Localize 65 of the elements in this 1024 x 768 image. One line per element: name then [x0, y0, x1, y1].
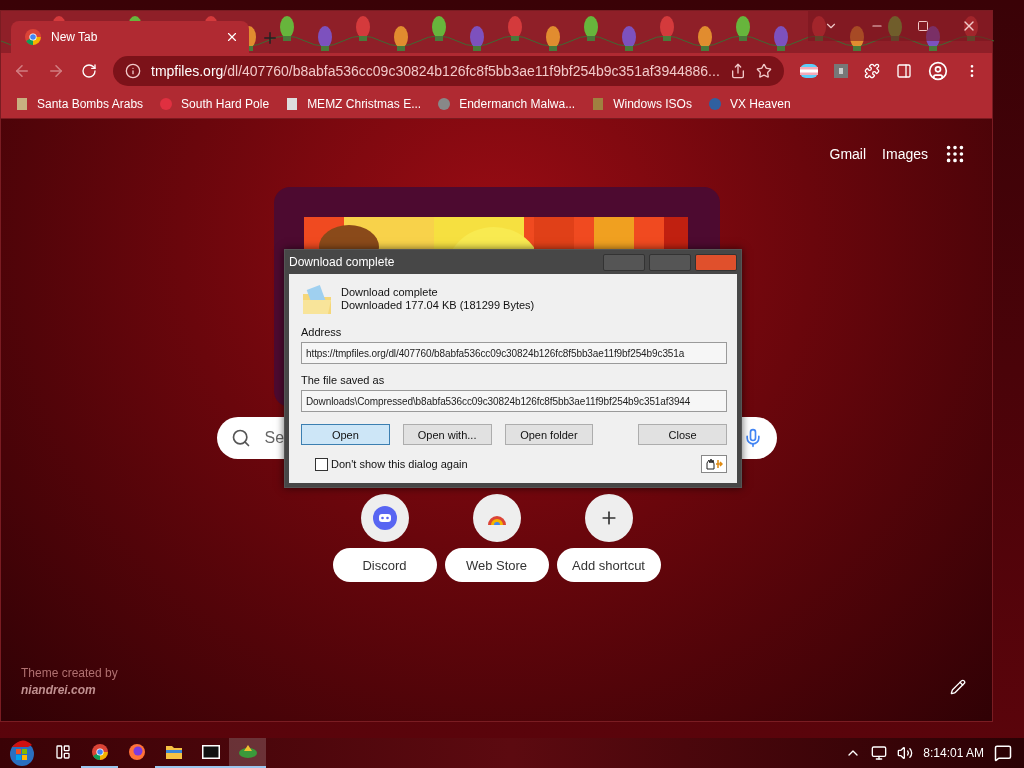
- shortcut-label[interactable]: Add shortcut: [556, 548, 661, 582]
- chrome-icon: [91, 744, 108, 760]
- dialog-heading: Download complete: [341, 286, 439, 298]
- task-view-icon[interactable]: [54, 744, 71, 760]
- info-icon[interactable]: [125, 63, 141, 79]
- folder-icon: [301, 284, 333, 316]
- hand-button[interactable]: [701, 455, 727, 473]
- checkbox[interactable]: [315, 457, 328, 471]
- bookmark[interactable]: Windows ISOs: [591, 96, 692, 111]
- dialog-button[interactable]: Open with...: [402, 424, 492, 445]
- search-icon: [230, 428, 251, 448]
- bookmark[interactable]: MEMZ Christmas E...: [285, 96, 422, 111]
- field-label: The file saved as: [301, 374, 386, 386]
- dialog-title: Download complete: [289, 255, 396, 269]
- discord-icon: [372, 506, 397, 530]
- path-field[interactable]: https://tmpfiles.org/dl/407760/b8abfa536cc09c30824b126fc8f5bb3ae11f9bf254b9c351a: [301, 342, 727, 364]
- close-icon[interactable]: [225, 30, 239, 44]
- maximize-icon: [917, 20, 929, 32]
- apps-icon[interactable]: [944, 143, 966, 165]
- share-icon[interactable]: [730, 63, 746, 79]
- edit-icon[interactable]: [950, 679, 966, 695]
- download-size: Downloaded 177.04 KB (181299 Bytes): [341, 299, 535, 311]
- star-icon[interactable]: [756, 63, 772, 79]
- url-text: tmpfiles.org/dl/407760/b8abfa536cc09c30824b126fc8f5bb3ae11f9bf254b9c351af3944886...: [151, 63, 720, 79]
- address-bar[interactable]: tmpfiles.org/dl/407760/b8abfa536cc09c30824b126fc8f5bb3ae11f9bf254b9c351af3944886...: [113, 56, 784, 86]
- network-icon[interactable]: [871, 745, 888, 761]
- firefox-icon[interactable]: [128, 744, 145, 760]
- bookmark[interactable]: Endermanch Malwa...: [437, 96, 576, 111]
- shortcut-label[interactable]: Discord: [332, 548, 437, 582]
- extension-icon[interactable]: [834, 64, 848, 78]
- header-link[interactable]: Images: [882, 146, 928, 162]
- field-label: Address: [301, 326, 343, 338]
- theme-credit: Theme created by: [21, 666, 118, 680]
- theme-site: niandrei.com: [21, 683, 97, 697]
- side-panel-icon[interactable]: [896, 63, 912, 79]
- profile-icon[interactable]: [928, 61, 948, 81]
- chrome-icon: [25, 29, 41, 45]
- downloader-icon[interactable]: [238, 745, 257, 759]
- header-link[interactable]: Gmail: [829, 146, 867, 162]
- tab-title: New Tab: [51, 30, 99, 44]
- dialog-button[interactable]: Open folder: [504, 424, 594, 445]
- browser-tab[interactable]: New Tab: [11, 21, 249, 53]
- notification-icon[interactable]: [994, 744, 1012, 762]
- shortcut-tile[interactable]: [584, 494, 633, 542]
- flag-icon[interactable]: [800, 64, 818, 78]
- volume-icon[interactable]: [897, 745, 914, 761]
- bookmark[interactable]: Santa Bombs Arabs: [15, 96, 144, 111]
- shortcut-tile[interactable]: [472, 494, 521, 542]
- shortcut-tile[interactable]: [360, 494, 409, 542]
- dialog-button[interactable]: Close: [638, 424, 727, 445]
- path-field[interactable]: Downloads\Compressed\b8abfa536cc09c30824b126fc8f5bb3ae11f9bf254b9c351af3944: [301, 390, 727, 412]
- bookmark[interactable]: VX Heaven: [707, 96, 791, 111]
- dialog-button[interactable]: Open: [301, 424, 390, 445]
- maximize-button[interactable]: [900, 11, 946, 41]
- folder-icon[interactable]: [165, 745, 182, 759]
- close-button[interactable]: [946, 11, 992, 41]
- shortcut-label[interactable]: Web Store: [444, 548, 549, 582]
- clock[interactable]: 8:14:01 AM: [923, 746, 984, 760]
- checkbox-label: Don't show this dialog again: [331, 458, 469, 470]
- reload-icon[interactable]: [81, 63, 97, 79]
- archive-icon[interactable]: [201, 745, 220, 759]
- bookmark[interactable]: South Hard Pole: [159, 96, 270, 111]
- image-icon: [285, 96, 300, 111]
- close-button[interactable]: [695, 253, 737, 271]
- puzzle-icon[interactable]: [864, 63, 880, 79]
